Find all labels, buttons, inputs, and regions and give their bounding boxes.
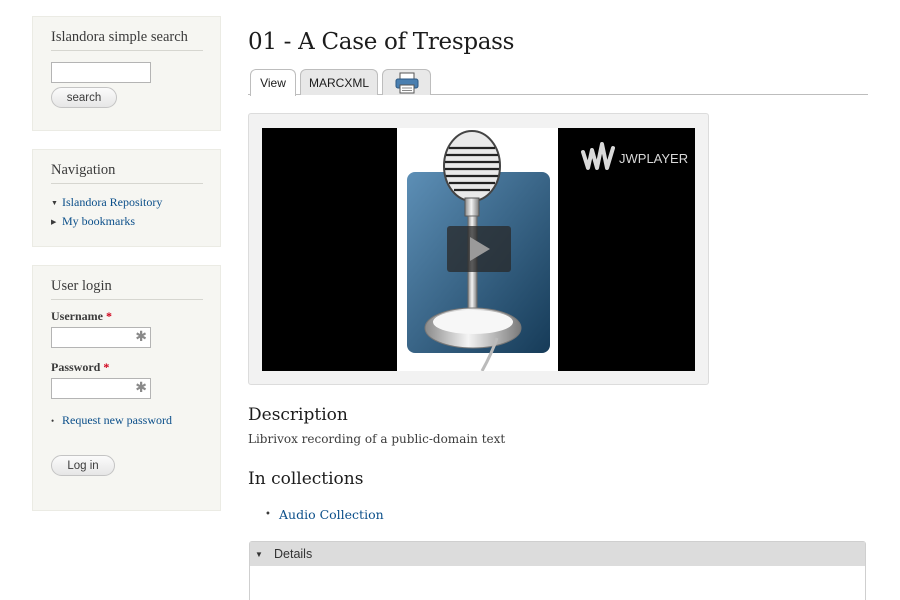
required-field-icon: ✱ <box>135 380 147 396</box>
description-title: Description <box>248 405 348 425</box>
username-input[interactable]: ✱ <box>51 327 151 348</box>
password-input[interactable]: ✱ <box>51 378 151 399</box>
nav-item-islandora-repository[interactable]: ▼ Islandora Repository <box>51 195 162 210</box>
user-login-block: User login Username * ✱ Password * ✱ • R… <box>32 265 221 511</box>
request-password-item[interactable]: • Request new password <box>51 413 172 428</box>
search-input[interactable] <box>51 62 151 83</box>
search-button[interactable]: search <box>51 87 117 108</box>
details-toggle[interactable]: ▼ Details <box>250 542 865 566</box>
password-label-text: Password <box>51 360 101 374</box>
tab-marcxml[interactable]: MARCXML <box>300 69 378 95</box>
navigation-block: Navigation ▼ Islandora Repository ▶ My b… <box>32 149 221 247</box>
details-title: Details <box>274 547 313 561</box>
play-icon <box>470 237 490 261</box>
required-field-icon: ✱ <box>135 329 147 345</box>
expanded-triangle-icon: ▼ <box>51 198 58 207</box>
required-marker: * <box>105 309 112 323</box>
print-icon <box>395 72 418 93</box>
nav-item-my-bookmarks[interactable]: ▶ My bookmarks <box>51 214 135 229</box>
nav-link-islandora-repository[interactable]: Islandora Repository <box>62 195 162 210</box>
collections-title: In collections <box>248 469 364 489</box>
required-marker: * <box>103 360 110 374</box>
page-title: 01 - A Case of Trespass <box>248 29 515 55</box>
search-block-title: Islandora simple search <box>51 29 203 51</box>
username-label: Username * <box>51 309 112 324</box>
user-login-block-title: User login <box>51 278 203 300</box>
jwplayer-brand-text: JWPLAYER <box>619 150 689 166</box>
video-player[interactable]: JWPLAYER <box>262 128 695 371</box>
bullet-icon: • <box>265 509 271 520</box>
collapsed-triangle-icon: ▶ <box>51 217 57 226</box>
login-button[interactable]: Log in <box>51 455 115 476</box>
nav-link-my-bookmarks[interactable]: My bookmarks <box>62 214 135 229</box>
search-block: Islandora simple search search <box>32 16 221 131</box>
details-fieldset: ▼ Details <box>249 541 866 600</box>
collection-link[interactable]: Audio Collection <box>279 507 384 522</box>
bullet-icon: • <box>51 415 55 426</box>
description-text: Librivox recording of a public-domain te… <box>248 432 506 446</box>
tab-view[interactable]: View <box>250 69 296 96</box>
tab-print[interactable] <box>382 69 431 95</box>
play-button[interactable] <box>447 226 511 272</box>
jwplayer-logo: JWPLAYER <box>580 136 690 180</box>
collection-list-item[interactable]: • Audio Collection <box>265 507 384 522</box>
jwplayer-mark-icon <box>581 142 615 170</box>
request-new-password-link[interactable]: Request new password <box>62 413 172 428</box>
username-label-text: Username <box>51 309 103 323</box>
expanded-triangle-icon: ▼ <box>255 549 263 559</box>
navigation-block-title: Navigation <box>51 162 203 184</box>
password-label: Password * <box>51 360 109 375</box>
media-player-frame: JWPLAYER <box>248 113 709 385</box>
